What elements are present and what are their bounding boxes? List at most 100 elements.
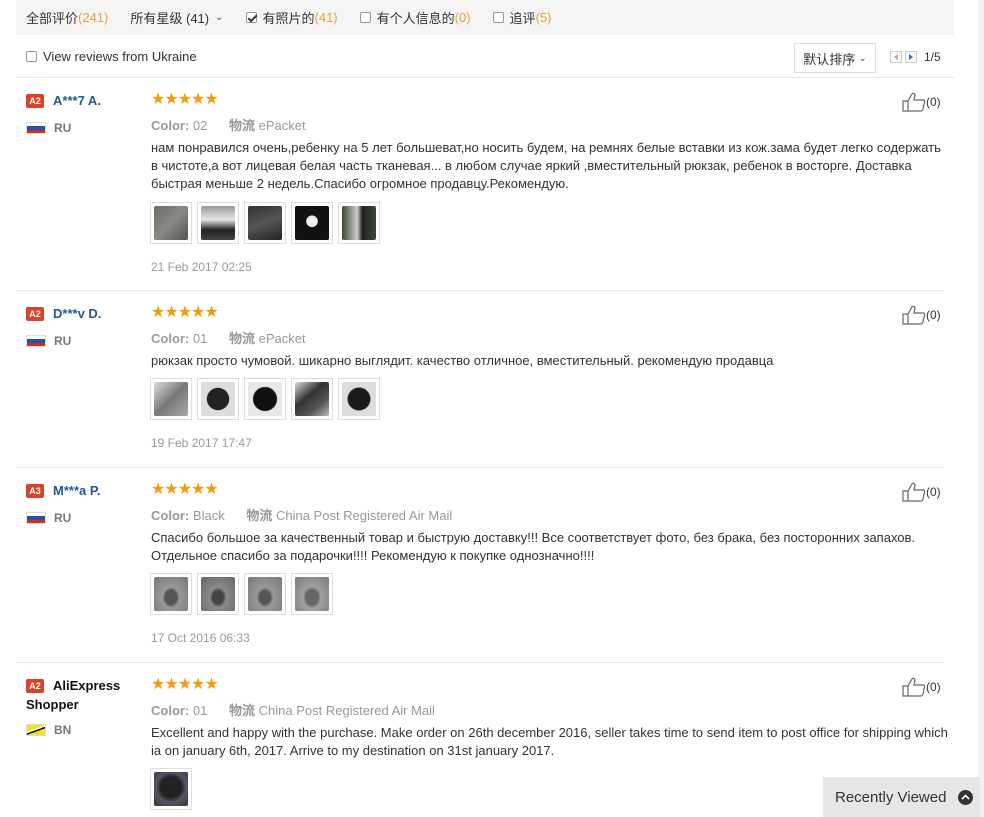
review-photo[interactable] [197, 202, 239, 244]
filter-all[interactable]: 全部评价 (241) [26, 8, 108, 27]
filter-personal-label: 有个人信息的 [376, 11, 455, 26]
filter-photos-label: 有照片的 [262, 11, 315, 26]
review-item: A3 M***a P. RU ★★★★★ Color: Black 物流 Chi… [16, 468, 944, 663]
checkbox-icon[interactable] [359, 12, 371, 23]
filter-stars-label: 所有星级 (41) [130, 11, 210, 26]
shipping-value: ePacket [258, 331, 306, 346]
review-photo[interactable] [244, 202, 286, 244]
reviewer-name[interactable]: D***v D. [53, 304, 101, 323]
chevron-down-icon: ⌄ [215, 12, 224, 23]
helpful-count: (0) [926, 308, 941, 322]
reviewer-country: RU [26, 121, 71, 135]
checkbox-icon[interactable] [492, 12, 504, 23]
review-item: A2 A***7 A. RU ★★★★★ Color: 02 物流 ePacke… [16, 78, 944, 291]
helpful-count: (0) [926, 680, 941, 694]
review-photo[interactable] [244, 378, 286, 420]
review-photo[interactable] [150, 378, 192, 420]
checkbox-icon[interactable] [26, 51, 37, 62]
chevron-up-icon [958, 789, 974, 805]
shipping-label: 物流 [246, 508, 273, 523]
review-photo[interactable] [150, 202, 192, 244]
buyer-level-badge: A2 [26, 94, 44, 108]
flag-icon [26, 724, 46, 736]
helpful-button[interactable]: (0) [902, 92, 941, 112]
buyer-level-badge: A2 [26, 307, 44, 321]
review-filter-bar: 全部评价 (241) 所有星级 (41) ⌄ 有照片的 (41) 有个人信息的 … [16, 0, 954, 35]
review-photo[interactable] [291, 202, 333, 244]
color-label: Color: [151, 331, 190, 346]
color-label: Color: [151, 118, 190, 133]
review-meta: Color: 02 物流 ePacket [151, 115, 306, 134]
review-text: рюкзак просто чумовой. шикарно выглядит.… [151, 353, 774, 368]
pagination: 1/5 [890, 50, 941, 64]
review-photo[interactable] [150, 768, 192, 810]
color-label: Color: [151, 703, 190, 718]
shipping-label: 物流 [229, 703, 256, 718]
review-text: нам понравился очень,ребенку на 5 лет бо… [151, 140, 941, 191]
review-meta: Color: 01 物流 ePacket [151, 328, 306, 347]
shipping-value: ePacket [258, 118, 306, 133]
helpful-button[interactable]: (0) [902, 305, 941, 325]
star-rating: ★★★★★ [151, 91, 219, 108]
shipping-value: China Post Registered Air Mail [258, 703, 435, 718]
review-photo[interactable] [197, 378, 239, 420]
review-sub-bar: View reviews from Ukraine 默认排序 ⌄ 1/5 [16, 36, 954, 78]
reviewer-country: RU [26, 334, 71, 348]
flag-icon [26, 122, 46, 134]
review-photo[interactable] [197, 573, 239, 615]
page-scrollbar[interactable] [978, 0, 984, 817]
sort-dropdown[interactable]: 默认排序 ⌄ [794, 43, 876, 73]
review-photo[interactable] [338, 378, 380, 420]
filter-followup-label: 追评 [509, 11, 536, 26]
filter-photos[interactable]: 有照片的 (41) [245, 8, 338, 27]
review-photo[interactable] [150, 573, 192, 615]
filter-followup[interactable]: 追评 (5) [492, 8, 551, 27]
review-date: 19 Feb 2017 17:47 [151, 436, 252, 450]
ukraine-filter-label: View reviews from Ukraine [43, 49, 197, 64]
review-photo[interactable] [338, 202, 380, 244]
helpful-button[interactable]: (0) [902, 677, 941, 697]
review-text: Excellent and happy with the purchase. M… [151, 725, 948, 758]
filter-stars-dropdown[interactable]: 所有星级 (41) ⌄ [130, 8, 223, 27]
review-meta: Color: Black 物流 China Post Registered Ai… [151, 505, 452, 524]
country-code: RU [54, 511, 72, 525]
filter-personal-count: (0) [454, 10, 471, 25]
checkbox-icon[interactable] [245, 12, 257, 23]
review-item: A2 AliExpress Shopper BN ★★★★★ Color: 01… [16, 663, 948, 817]
recently-viewed-label: Recently Viewed [835, 788, 947, 806]
review-photo[interactable] [244, 573, 286, 615]
buyer-level-badge: A3 [26, 484, 44, 498]
review-photo[interactable] [291, 378, 333, 420]
review-photo[interactable] [291, 573, 333, 615]
next-page-button[interactable] [905, 51, 917, 63]
helpful-count: (0) [926, 485, 941, 499]
reviewer-name[interactable]: A***7 A. [53, 91, 101, 110]
color-label: Color: [151, 508, 190, 523]
ukraine-filter[interactable]: View reviews from Ukraine [26, 49, 197, 64]
country-code: RU [54, 121, 72, 135]
reviewer-name[interactable]: AliExpress Shopper [26, 676, 136, 714]
review-photos [150, 378, 385, 420]
review-text: Спасибо большое за качественный товар и … [151, 530, 916, 563]
filter-photos-count: (41) [314, 10, 338, 25]
review-photos [150, 202, 385, 244]
thumbs-up-icon [902, 305, 926, 325]
color-value: 01 [192, 331, 208, 346]
prev-page-button[interactable] [890, 51, 902, 63]
flag-icon [26, 512, 46, 524]
shipping-value: China Post Registered Air Mail [275, 508, 453, 523]
star-rating: ★★★★★ [151, 676, 219, 693]
country-code: BN [54, 723, 72, 737]
color-value: 02 [192, 118, 208, 133]
reviewer-name[interactable]: M***a P. [53, 481, 100, 500]
helpful-button[interactable]: (0) [902, 482, 941, 502]
filter-personal[interactable]: 有个人信息的 (0) [359, 8, 471, 27]
star-rating: ★★★★★ [151, 481, 219, 498]
recently-viewed-button[interactable]: Recently Viewed [823, 777, 980, 817]
chevron-right-icon [909, 54, 913, 60]
review-date: 17 Oct 2016 06:33 [151, 631, 250, 645]
review-photos [150, 768, 197, 810]
shipping-label: 物流 [229, 331, 256, 346]
thumbs-up-icon [902, 677, 926, 697]
star-rating: ★★★★★ [151, 304, 219, 321]
